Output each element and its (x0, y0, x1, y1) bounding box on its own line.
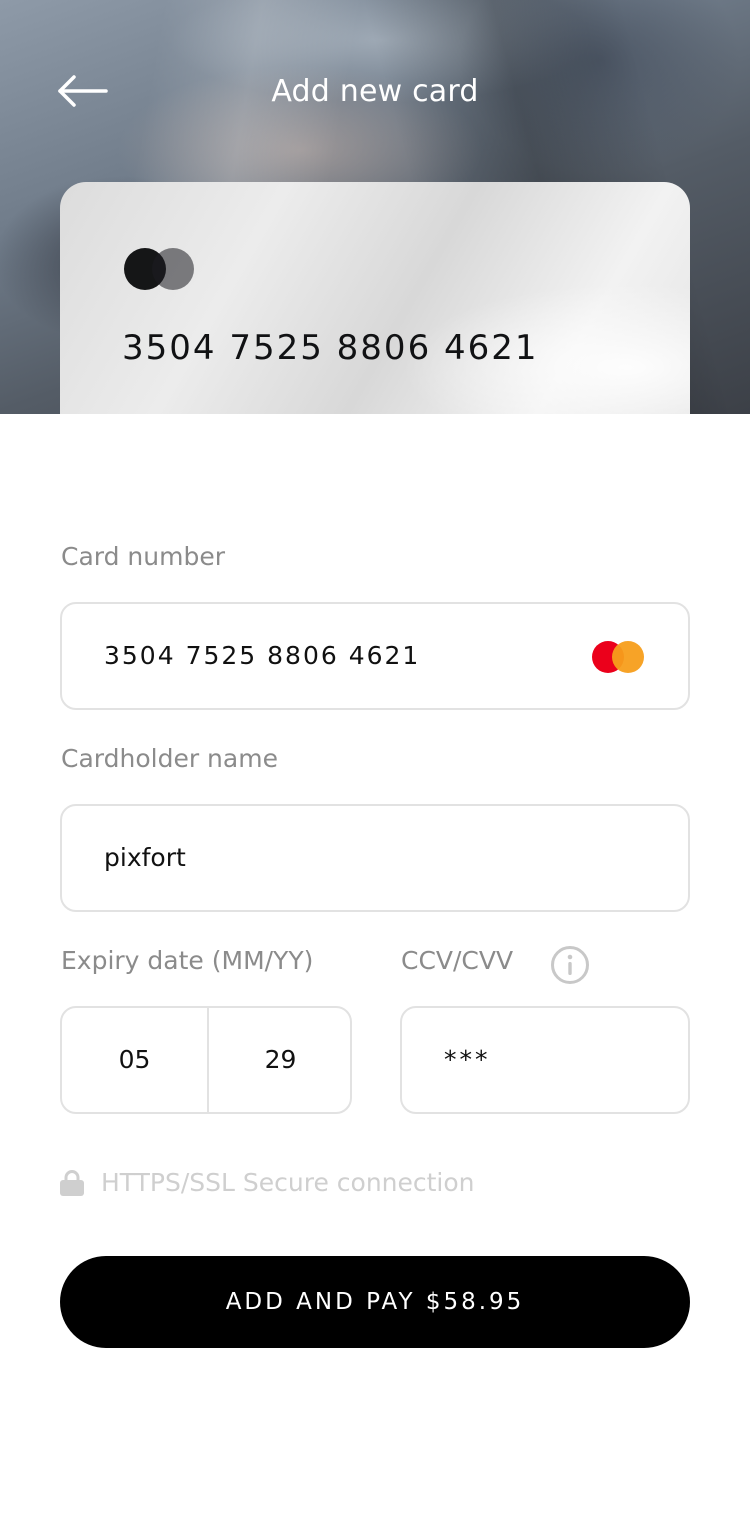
card-preview-number: 3504 7525 8806 4621 (122, 328, 539, 368)
info-icon[interactable] (550, 945, 590, 985)
card-preview: 3504 7525 8806 4621 (60, 182, 690, 414)
expiry-date-field: 05 29 (60, 1006, 352, 1114)
cvv-label: CCV/CVV (401, 946, 514, 975)
card-brand-circles-icon (124, 248, 194, 290)
header-background: Add new card 3504 7525 8806 4621 (0, 0, 750, 414)
card-number-label: Card number (61, 542, 226, 571)
add-and-pay-button[interactable]: ADD AND PAY $58.95 (60, 1256, 690, 1348)
cvv-value: *** (444, 1045, 491, 1074)
expiry-year-input[interactable]: 29 (209, 1045, 352, 1075)
cardholder-name-field[interactable]: pixfort (60, 804, 690, 912)
cardholder-name-value: pixfort (104, 843, 186, 872)
card-number-value: 3504 7525 8806 4621 (104, 641, 421, 670)
secure-connection-text: HTTPS/SSL Secure connection (101, 1168, 475, 1197)
expiry-date-label: Expiry date (MM/YY) (61, 946, 314, 975)
mastercard-icon (592, 640, 646, 674)
cardholder-name-label: Cardholder name (61, 744, 278, 773)
card-number-field[interactable]: 3504 7525 8806 4621 (60, 602, 690, 710)
expiry-month-input[interactable]: 05 (62, 1045, 207, 1075)
page-title: Add new card (271, 74, 479, 109)
cvv-field[interactable]: *** (400, 1006, 690, 1114)
lock-icon (60, 1170, 84, 1196)
